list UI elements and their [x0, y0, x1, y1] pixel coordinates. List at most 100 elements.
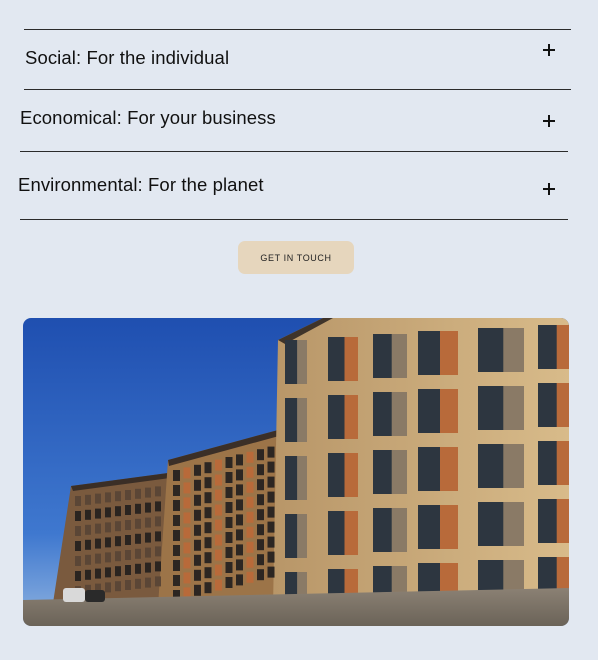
window	[183, 542, 191, 554]
window	[225, 457, 233, 468]
window	[344, 395, 358, 439]
accordion-item-social[interactable]: Social: For the individual	[24, 30, 571, 89]
window	[204, 477, 212, 489]
window	[440, 389, 458, 433]
window	[105, 507, 111, 518]
window	[135, 518, 141, 529]
window	[125, 520, 131, 530]
window	[155, 576, 161, 587]
window	[257, 464, 264, 476]
window	[155, 486, 161, 497]
window	[155, 561, 161, 572]
window	[246, 481, 254, 493]
window	[173, 560, 180, 571]
window	[246, 541, 254, 553]
window	[257, 449, 264, 461]
window	[236, 454, 243, 466]
window	[125, 550, 131, 560]
window	[173, 515, 180, 526]
window	[215, 459, 222, 471]
window	[503, 386, 524, 430]
window	[215, 534, 222, 546]
window	[440, 447, 458, 491]
window	[297, 514, 307, 558]
window	[267, 506, 275, 518]
window	[135, 563, 141, 574]
window	[194, 524, 201, 536]
window	[556, 325, 569, 369]
window	[75, 496, 81, 506]
window	[194, 464, 201, 476]
window	[257, 524, 264, 536]
window	[215, 519, 222, 531]
window	[155, 501, 161, 512]
window	[236, 559, 243, 571]
window	[194, 479, 201, 491]
plus-icon[interactable]	[543, 44, 555, 56]
window	[75, 511, 81, 521]
window	[391, 334, 407, 378]
window	[297, 456, 307, 500]
window	[225, 547, 233, 558]
window	[503, 502, 524, 546]
window	[125, 565, 131, 575]
plus-icon[interactable]	[543, 183, 555, 195]
window	[85, 524, 91, 535]
window	[556, 383, 569, 427]
window	[95, 508, 101, 519]
accordion-title: Social: For the individual	[25, 47, 230, 68]
get-in-touch-button[interactable]: GET IN TOUCH	[238, 241, 354, 274]
window	[556, 441, 569, 485]
window	[115, 536, 121, 547]
window	[85, 554, 91, 565]
window	[145, 562, 151, 573]
window	[391, 450, 407, 494]
window	[225, 502, 233, 513]
window	[257, 479, 264, 491]
window	[75, 571, 81, 581]
window	[145, 547, 151, 558]
window	[297, 340, 307, 384]
window	[215, 489, 222, 501]
window	[236, 514, 243, 526]
window	[257, 509, 264, 521]
window	[173, 485, 180, 496]
window	[225, 577, 233, 588]
window	[183, 512, 191, 524]
accordion-item-economical[interactable]: Economical: For your business	[20, 90, 568, 151]
window	[115, 491, 121, 502]
window	[145, 487, 151, 498]
window	[183, 482, 191, 494]
window	[204, 492, 212, 504]
window	[173, 545, 180, 556]
window	[215, 504, 222, 516]
window	[75, 541, 81, 551]
window	[215, 474, 222, 486]
window	[85, 509, 91, 520]
window	[75, 556, 81, 566]
window	[391, 508, 407, 552]
window	[236, 529, 243, 541]
window	[246, 556, 254, 568]
window	[173, 470, 180, 481]
window	[194, 509, 201, 521]
window	[115, 506, 121, 517]
window	[246, 511, 254, 523]
window	[267, 461, 275, 473]
accordion-item-environmental[interactable]: Environmental: For the planet	[18, 152, 568, 219]
window	[135, 533, 141, 544]
window	[225, 487, 233, 498]
window	[95, 553, 101, 564]
window	[297, 398, 307, 442]
window	[257, 569, 264, 581]
window	[246, 571, 254, 583]
window	[194, 584, 201, 596]
plus-icon[interactable]	[543, 115, 555, 127]
building-photo	[23, 318, 569, 626]
window	[183, 527, 191, 539]
window	[215, 579, 222, 591]
window	[225, 472, 233, 483]
window	[215, 564, 222, 576]
window	[344, 511, 358, 555]
window	[95, 493, 101, 504]
